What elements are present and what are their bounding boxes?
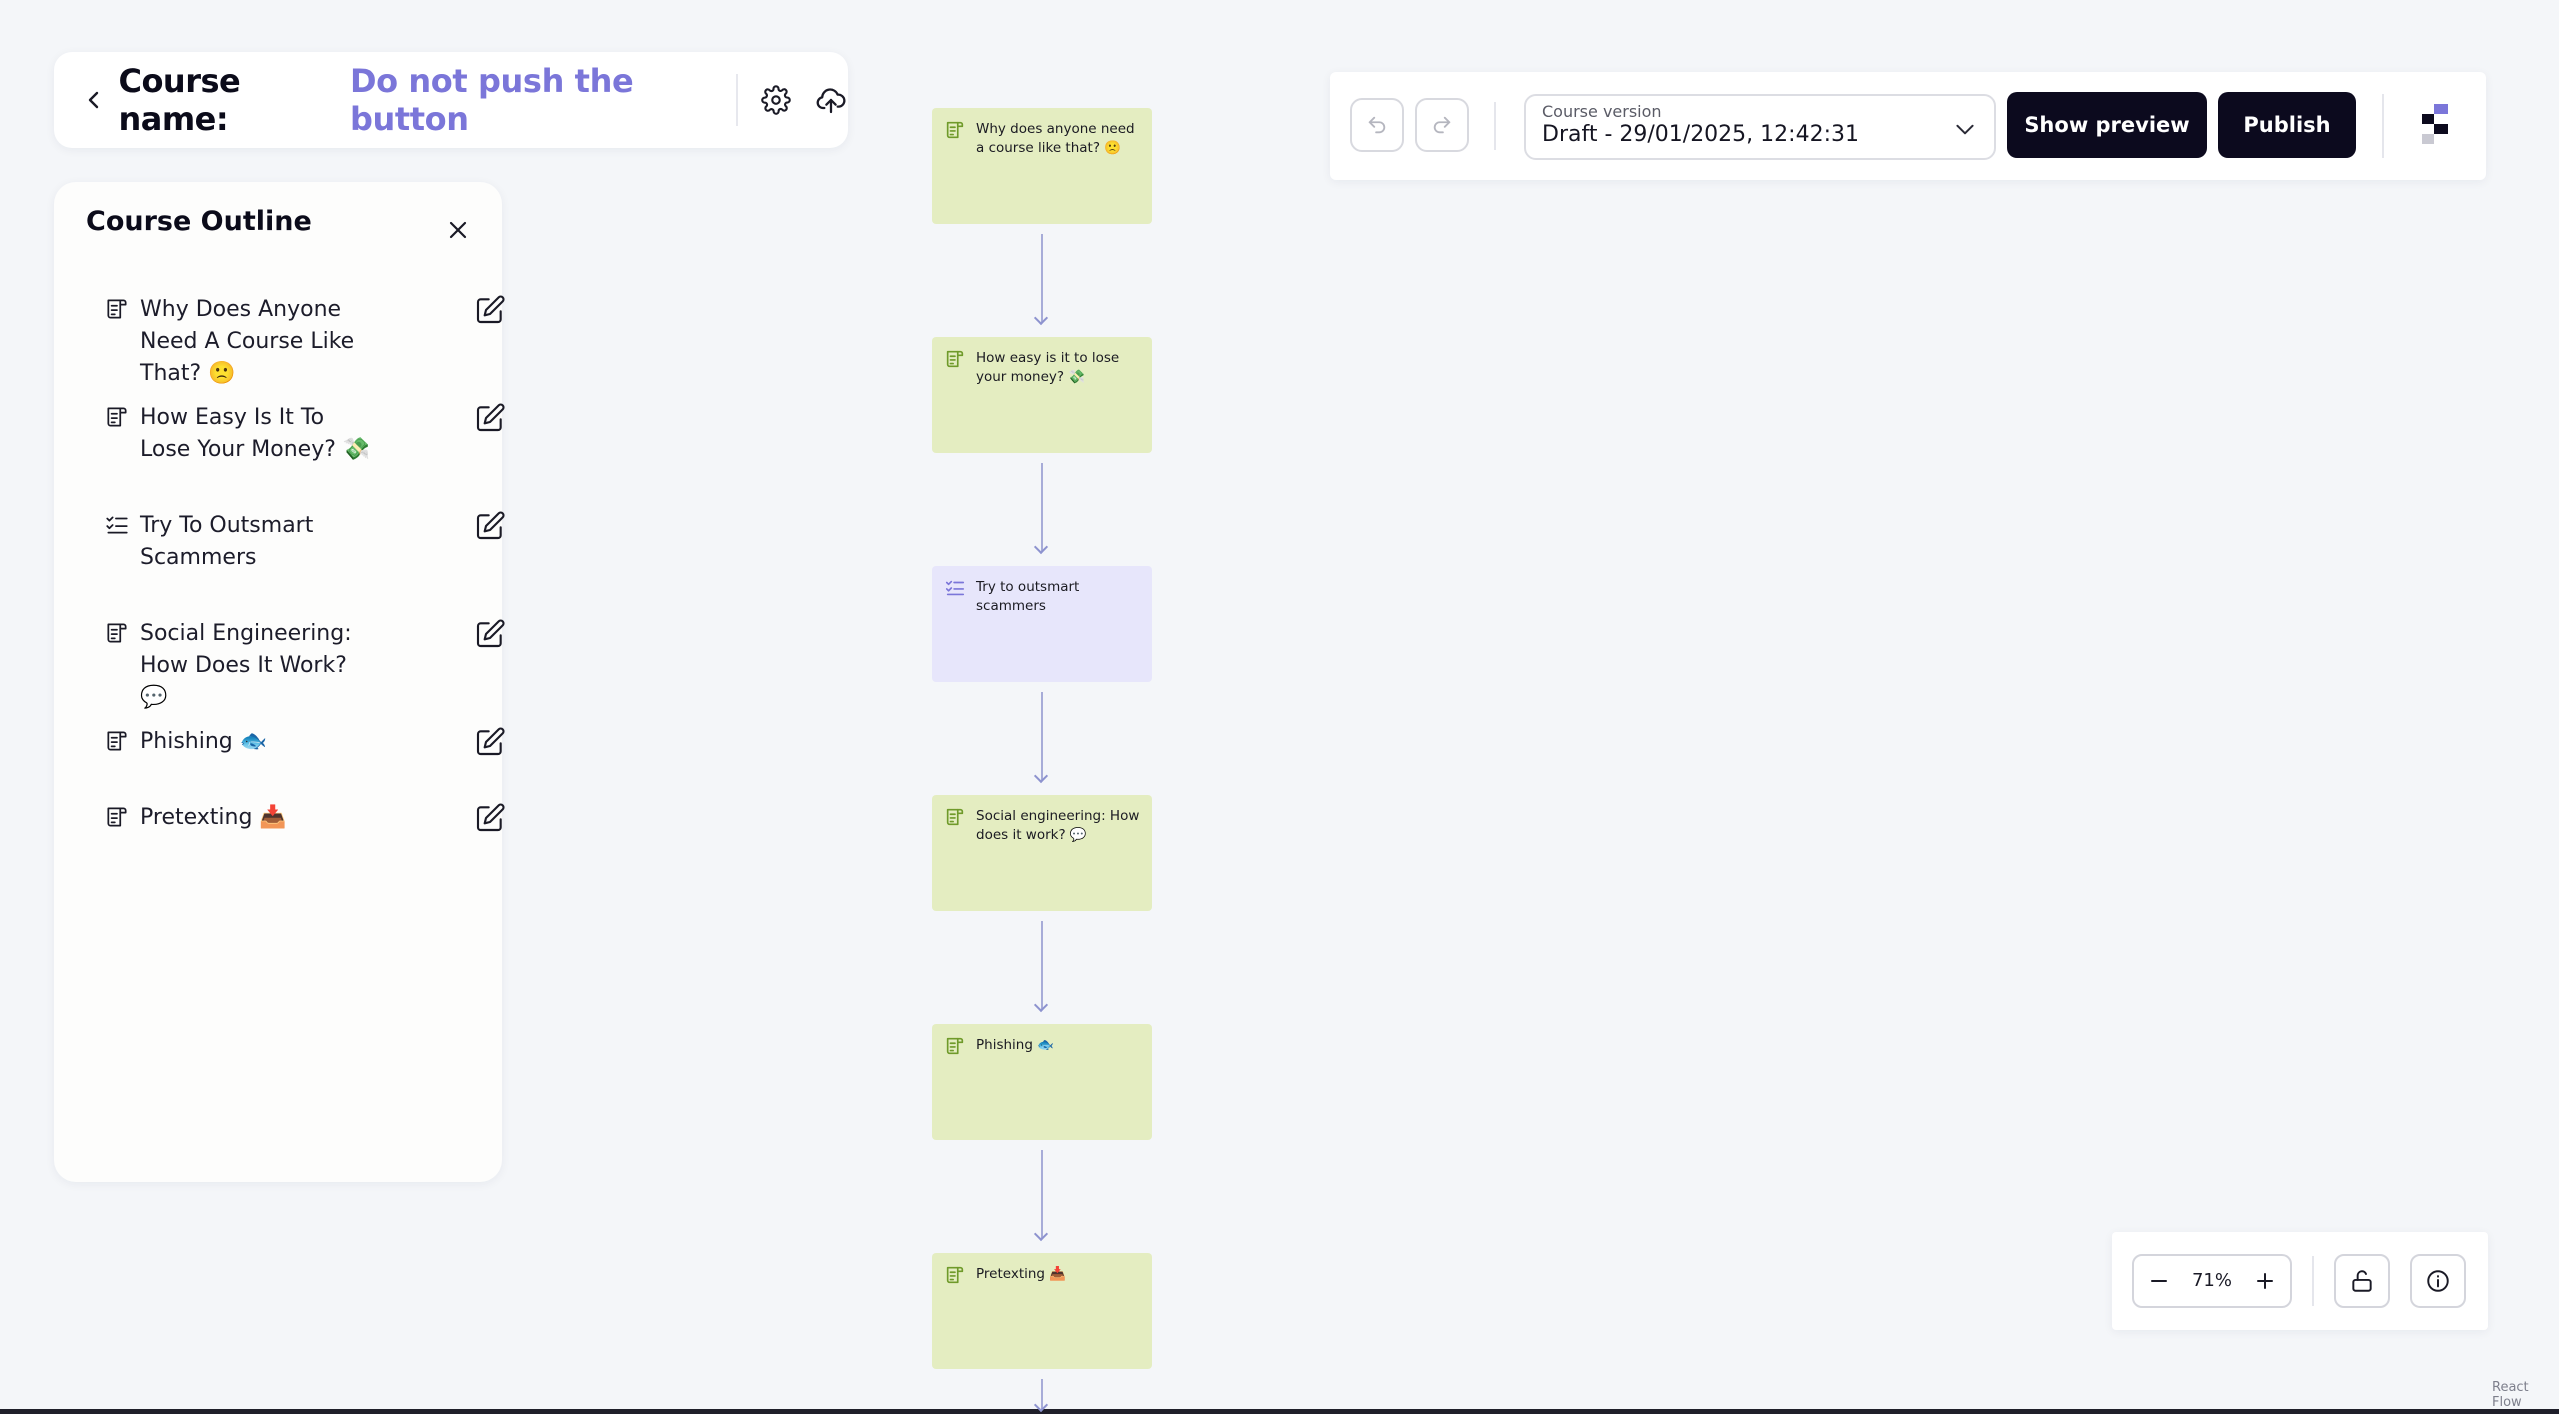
close-icon[interactable] — [438, 210, 478, 250]
zoom-control: 71% — [2132, 1254, 2292, 1308]
course-header: Course name: Do not push the button — [54, 52, 848, 148]
outline-item-label: Pretexting 📥 — [140, 805, 287, 830]
undo-button[interactable] — [1350, 98, 1404, 152]
zoom-level: 71% — [2191, 1270, 2232, 1291]
toolbar-divider — [2382, 94, 2384, 158]
flow-node-label: Social engineering: How does it work? 💬 — [976, 808, 1140, 843]
flow-edge — [1041, 692, 1043, 780]
flow-node[interactable]: Try to outsmart scammers — [932, 566, 1152, 682]
lesson-scroll-icon — [107, 299, 127, 319]
info-button[interactable] — [2410, 1254, 2466, 1308]
toolbar-divider — [1494, 102, 1496, 150]
brand-logo — [2422, 104, 2448, 144]
flow-edge — [1041, 234, 1043, 322]
undo-icon — [1368, 116, 1386, 134]
lesson-scroll-icon — [946, 121, 964, 139]
course-name-label: Course name: — [118, 62, 241, 138]
course-version-label: Course version — [1542, 102, 1662, 121]
edit-icon[interactable] — [474, 618, 506, 650]
outline-item-label: Social Engineering: How Does It Work? 💬 — [140, 621, 352, 710]
window-bottom-edge — [0, 1409, 2559, 1414]
flow-edge — [1041, 463, 1043, 551]
checklist-icon — [106, 516, 128, 534]
editor-toolbar: Course version Draft - 29/01/2025, 12:42… — [1330, 72, 2486, 180]
edit-icon[interactable] — [474, 402, 506, 434]
redo-icon — [1433, 116, 1451, 134]
lesson-scroll-icon — [946, 1266, 964, 1284]
lesson-scroll-icon — [946, 808, 964, 826]
edit-icon[interactable] — [474, 294, 506, 326]
redo-button[interactable] — [1415, 98, 1469, 152]
minus-icon — [2151, 1280, 2167, 1282]
edit-icon[interactable] — [474, 802, 506, 834]
edit-icon[interactable] — [474, 510, 506, 542]
header-divider — [736, 74, 739, 126]
course-version-value: Draft - 29/01/2025, 12:42:31 — [1542, 122, 1859, 147]
lesson-scroll-icon — [946, 350, 964, 368]
react-flow-attribution[interactable]: React Flow — [2492, 1380, 2559, 1410]
flow-node[interactable]: Social engineering: How does it work? 💬 — [932, 795, 1152, 911]
plus-icon — [2257, 1273, 2273, 1289]
info-icon — [2427, 1270, 2449, 1292]
course-name-value[interactable]: Do not push the button — [350, 62, 710, 138]
flow-node[interactable]: Phishing 🐟 — [932, 1024, 1152, 1140]
canvas-controls: 71% — [2112, 1232, 2488, 1330]
outline-title: Course Outline — [86, 206, 312, 237]
edit-icon[interactable] — [474, 726, 506, 758]
flow-node-label: Phishing 🐟 — [976, 1037, 1055, 1053]
flow-edge — [1041, 921, 1043, 1009]
zoom-in-button[interactable] — [2246, 1262, 2284, 1300]
lesson-scroll-icon — [107, 731, 127, 751]
flow-edge — [1041, 1150, 1043, 1238]
course-outline-panel: Course Outline Why Does Anyone Need A Co… — [54, 182, 505, 1182]
flow-node[interactable]: How easy is it to lose your money? 💸 — [932, 337, 1152, 453]
outline-item-label: Why Does Anyone Need A Course Like That?… — [140, 297, 355, 386]
show-preview-button[interactable]: Show preview — [2007, 92, 2207, 158]
zoom-out-button[interactable] — [2140, 1262, 2178, 1300]
chevron-left-icon[interactable] — [82, 86, 106, 114]
gear-icon[interactable] — [758, 80, 793, 120]
lesson-scroll-icon — [107, 407, 127, 427]
publish-button[interactable]: Publish — [2218, 92, 2356, 158]
unlock-icon — [2352, 1270, 2372, 1292]
outline-item-label: Phishing 🐟 — [140, 729, 268, 754]
controls-divider — [2312, 1256, 2314, 1306]
cloud-upload-icon[interactable] — [813, 80, 848, 120]
flow-edge — [1041, 1379, 1043, 1409]
outline-item-label: How Easy Is It To Lose Your Money? 💸 — [140, 405, 371, 462]
course-version-select[interactable]: Course version Draft - 29/01/2025, 12:42… — [1524, 94, 1996, 160]
lesson-scroll-icon — [107, 807, 127, 827]
flow-node[interactable]: Pretexting 📥 — [932, 1253, 1152, 1369]
outline-item-label: Try To Outsmart Scammers — [140, 513, 314, 570]
lesson-scroll-icon — [946, 1037, 964, 1055]
checklist-icon — [945, 580, 965, 596]
lock-toggle-button[interactable] — [2334, 1254, 2390, 1308]
flow-node[interactable]: Why does anyone need a course like that?… — [932, 108, 1152, 224]
flow-node-label: Why does anyone need a course like that?… — [976, 121, 1135, 156]
flow-node-label: Pretexting 📥 — [976, 1266, 1067, 1282]
lesson-scroll-icon — [107, 623, 127, 643]
flow-node-label: How easy is it to lose your money? 💸 — [976, 350, 1120, 385]
chevron-down-icon — [1956, 124, 1974, 135]
flow-node-label: Try to outsmart scammers — [976, 579, 1080, 614]
